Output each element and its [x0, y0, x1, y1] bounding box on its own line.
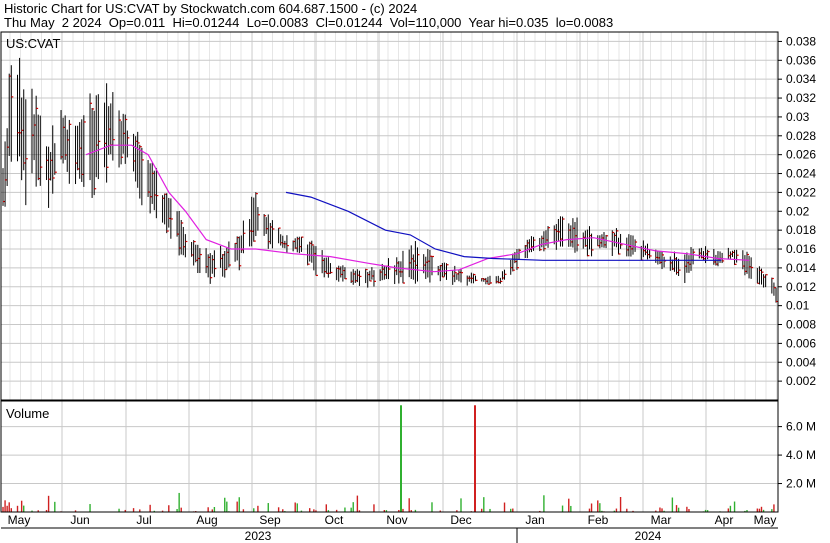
month-label: May [8, 513, 31, 527]
month-label: Jun [70, 513, 89, 527]
volume-tick-label: 6.0 M [786, 420, 816, 434]
price-axis-ticks: 0.038 0.036 0.034 0.032 0.03 0.028 0.026 0.024 0… [778, 34, 816, 388]
price-tick-label: 0.026 [786, 148, 816, 162]
volume-tick-label: 4.0 M [786, 448, 816, 462]
volume-bars [2, 405, 775, 512]
price-tick-label: 0.016 [786, 242, 816, 256]
price-tick-label: 0.004 [786, 355, 816, 369]
price-tick-label: 0.028 [786, 129, 816, 143]
volume-label: Volume [6, 406, 49, 421]
price-tick-label: 0.034 [786, 72, 816, 86]
price-tick-label: 0.014 [786, 261, 816, 275]
volume-axis-ticks: 6.0 M 4.0 M 2.0 M [778, 420, 816, 491]
year-label: 2023 [245, 529, 272, 543]
month-label: Apr [715, 513, 734, 527]
month-label: Mar [651, 513, 672, 527]
year-label: 2024 [635, 529, 662, 543]
price-tick-label: 0.036 [786, 53, 816, 67]
price-tick-label: 0.002 [786, 374, 816, 388]
price-tick-label: 0.01 [786, 299, 810, 313]
price-tick-label: 0.006 [786, 336, 816, 350]
price-tick-label: 0.038 [786, 34, 816, 48]
price-tick-label: 0.03 [786, 110, 810, 124]
month-label: Aug [196, 513, 217, 527]
month-label: Oct [325, 513, 344, 527]
month-labels: May Jun Jul Aug Sep Oct Nov Dec Jan Feb Mar Apr May [8, 513, 777, 527]
price-tick-label: 0.032 [786, 91, 816, 105]
price-bars [2, 57, 778, 303]
price-tick-label: 0.024 [786, 167, 816, 181]
price-tick-label: 0.02 [786, 204, 810, 218]
year-labels: 2023 2024 [245, 528, 662, 543]
volume-tick-label: 2.0 M [786, 477, 816, 491]
price-tick-label: 0.008 [786, 318, 816, 332]
month-label: Jul [136, 513, 151, 527]
volume-plot-frame [0, 400, 779, 513]
month-label: Dec [450, 513, 471, 527]
month-label: Nov [386, 513, 407, 527]
grid [1, 32, 778, 512]
month-label: Sep [259, 513, 281, 527]
month-label: Feb [588, 513, 609, 527]
price-tick-label: 0.022 [786, 185, 816, 199]
price-tick-label: 0.018 [786, 223, 816, 237]
month-label: May [754, 513, 777, 527]
month-label: Jan [525, 513, 544, 527]
price-volume-chart: May Jun Jul Aug Sep Oct Nov Dec Jan Feb Mar Apr May … [0, 31, 816, 543]
price-tick-label: 0.012 [786, 280, 816, 294]
symbol-label: US:CVAT [6, 36, 60, 51]
